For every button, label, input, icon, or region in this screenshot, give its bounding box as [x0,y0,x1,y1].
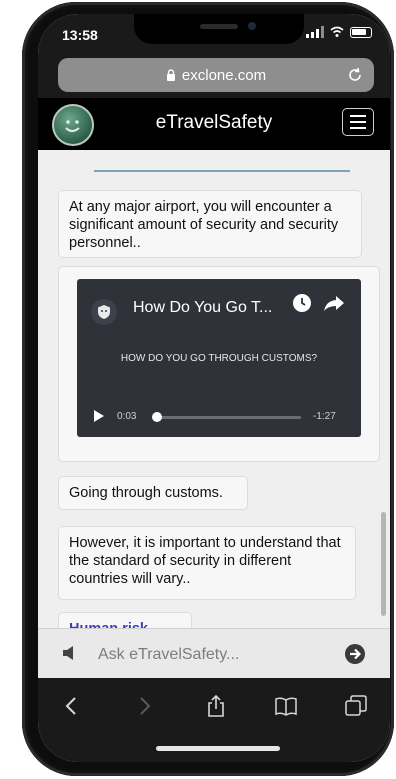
speaker-icon[interactable] [62,645,80,661]
app-header: eTravelSafety [38,98,390,150]
accent-divider [94,170,350,172]
video-elapsed: 0:03 [117,411,137,422]
share-page-icon[interactable] [204,694,228,718]
tabs-icon[interactable] [344,694,368,718]
video-caption: HOW DO YOU GO THROUGH CUSTOMS? [120,353,318,364]
chat-input-bar [38,628,390,679]
chat-message[interactable]: Human risk [58,612,192,628]
browser-address-area: exclone.com [38,54,390,98]
chat-scrollbar[interactable] [381,512,386,616]
chat-message: Going through customs. [58,476,248,510]
video-title[interactable]: How Do You Go T... [133,299,272,317]
video-message: How Do You Go T... HOW DO YOU GO THROUGH… [58,266,380,462]
lock-icon [166,69,175,81]
chat-area[interactable]: At any major airport, you will encounter… [38,150,390,628]
home-indicator[interactable] [156,746,280,751]
browser-toolbar [38,678,390,762]
clock-icon[interactable] [292,293,312,313]
ask-input[interactable] [96,641,350,669]
bookmarks-icon[interactable] [274,694,298,718]
chat-message: At any major airport, you will encounter… [58,190,362,258]
video-scrubber[interactable] [152,412,163,422]
chat-message: However, it is important to understand t… [58,526,356,600]
play-icon[interactable] [93,409,105,423]
shield-icon [98,305,110,319]
address-url: exclone.com [181,66,267,84]
menu-button[interactable] [342,108,374,136]
status-bar: 13:58 [38,14,390,54]
channel-avatar[interactable] [91,299,117,325]
video-remaining: -1:27 [313,411,336,422]
reload-icon[interactable] [346,66,364,84]
notch [134,14,304,44]
share-icon[interactable] [322,293,346,313]
app-title: eTravelSafety [155,112,273,133]
send-icon[interactable] [344,643,366,665]
video-player[interactable]: How Do You Go T... HOW DO YOU GO THROUGH… [77,279,361,437]
front-camera [248,22,256,30]
address-bar[interactable]: exclone.com [58,58,374,92]
earpiece [200,24,238,29]
menu-icon-line [350,121,366,123]
video-progress[interactable] [152,412,301,422]
battery-icon [350,26,372,38]
menu-icon-line [350,127,366,129]
signal-icon [306,26,324,38]
status-icons [306,26,372,38]
menu-icon-line [350,115,366,117]
phone-screen: 13:58 exclone.com eTravelSafety At any m… [38,14,390,762]
forward-icon[interactable] [132,694,156,718]
status-time: 13:58 [62,27,98,43]
back-icon[interactable] [60,694,84,718]
wifi-icon [330,26,344,37]
